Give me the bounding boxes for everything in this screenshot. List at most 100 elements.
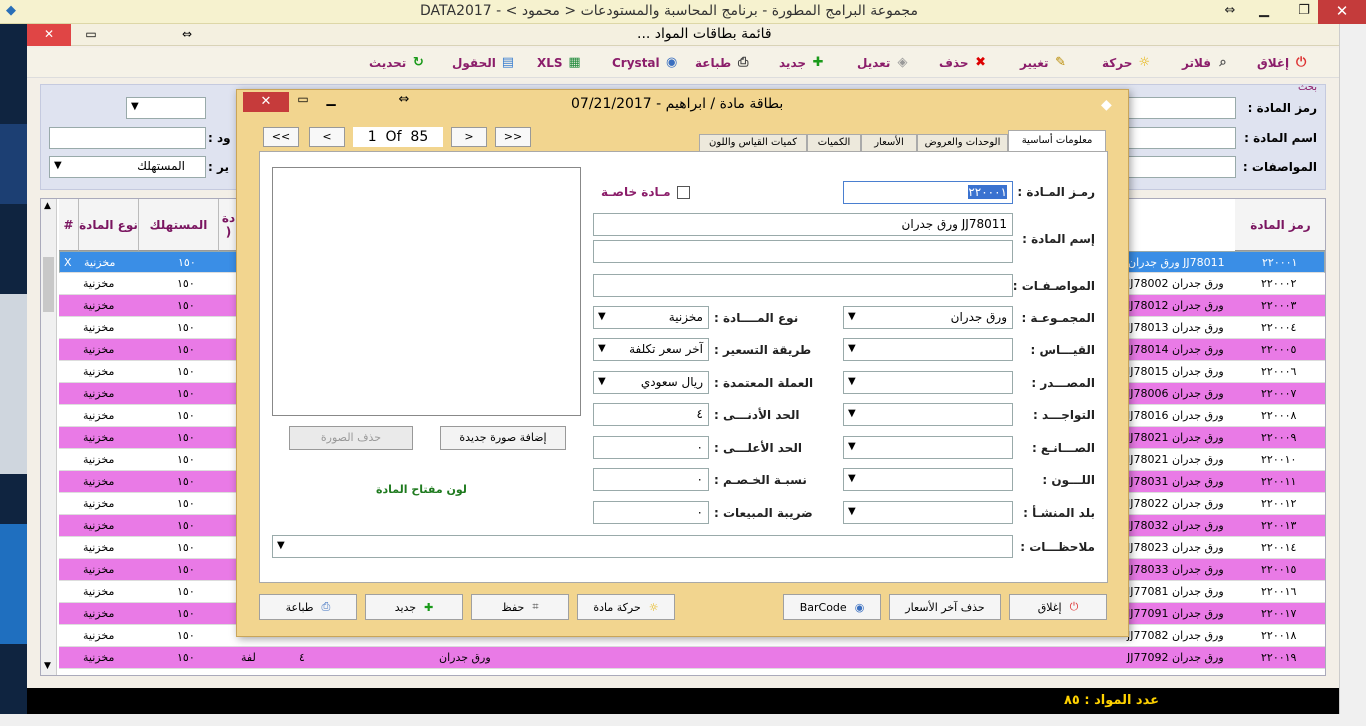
- new-button[interactable]: ✚ جديد: [365, 594, 463, 620]
- grid-cell-code: ٢٢٠٠١٧: [1261, 607, 1297, 620]
- close-button[interactable]: ✕: [1318, 0, 1366, 24]
- save-button[interactable]: ⌗ حفظ: [471, 594, 569, 620]
- header-code[interactable]: رمز المادة: [1235, 199, 1325, 251]
- toolbar-print-button[interactable]: ⎙ طباعة: [695, 52, 751, 74]
- agent-select[interactable]: ▼: [843, 403, 1013, 426]
- child-move-icon[interactable]: ⇔: [167, 24, 207, 46]
- toolbar-new-button[interactable]: ✚ جديد: [779, 52, 826, 74]
- origin-select[interactable]: ▼: [843, 501, 1013, 524]
- grid-cell-type: مخزنية: [83, 519, 115, 532]
- power-icon: ⏻: [1296, 55, 1307, 70]
- toolbar: ⏻ إغلاق ⌕ فلاتر ☼ حركة ✎ تغيير ✖ حذف ◈ تعديل ✚…: [27, 48, 1339, 78]
- child-minimize-button[interactable]: ▭: [71, 24, 111, 46]
- grid-cell-name: JJ78033 ورق جدران: [1127, 563, 1224, 576]
- discount-field[interactable]: ٠: [593, 468, 709, 491]
- code-field[interactable]: ٢٢٠٠٠١: [843, 181, 1013, 204]
- dialog-minimize-button[interactable]: ▁: [321, 92, 341, 106]
- header-consumer[interactable]: المستهلك: [139, 199, 219, 251]
- search-name-input[interactable]: [1126, 127, 1236, 149]
- grid-cell-mark: X: [64, 256, 72, 269]
- item-card-dialog: ✕ ▭ ▁ ⇔ بطاقة مادة / ابراهيم - 07/21/201…: [236, 89, 1129, 637]
- type-select[interactable]: ▼ مخزنية: [593, 306, 709, 329]
- search-select-1[interactable]: ▼: [126, 97, 206, 119]
- grid-cell-name: JJ77081 ورق جدران: [1127, 585, 1224, 598]
- max-field[interactable]: ٠: [593, 436, 709, 459]
- nav-next-button[interactable]: >: [451, 127, 487, 147]
- nav-prev-button[interactable]: <: [309, 127, 345, 147]
- nav-first-button[interactable]: <<: [263, 127, 299, 147]
- nav-position: 1 Of 85: [353, 127, 443, 147]
- window-titlebar: ◆ مجموعة البرامج المطورة - برنامج المحاس…: [0, 0, 1366, 24]
- notes-select[interactable]: ▼: [272, 535, 1013, 558]
- item-movement-button[interactable]: ☼ حركة مادة: [577, 594, 675, 620]
- search-specs-input[interactable]: [1126, 156, 1236, 178]
- tab-basic-info[interactable]: معلومات أساسية: [1008, 130, 1106, 152]
- header-hash[interactable]: #: [59, 199, 79, 251]
- measure-select[interactable]: ▼: [843, 338, 1013, 361]
- toolbar-filters-button[interactable]: ⌕ فلاتر: [1182, 52, 1231, 74]
- grid-cell-code: ٢٢٠٠١١: [1261, 475, 1297, 488]
- toolbar-change-button[interactable]: ✎ تغيير: [1020, 52, 1069, 74]
- nav-last-button[interactable]: >>: [495, 127, 531, 147]
- name-field-2[interactable]: [593, 240, 1013, 263]
- grid-cell-consumer: ١٥٠: [177, 519, 195, 532]
- item-image-box[interactable]: [272, 167, 581, 416]
- dialog-restore-button[interactable]: ▭: [293, 92, 313, 106]
- pencil-icon: ✎: [1055, 55, 1066, 70]
- grid-cell-code: ٢٢٠٠٠٢: [1261, 277, 1297, 290]
- barcode-button[interactable]: ◉ BarCode: [783, 594, 881, 620]
- color-select[interactable]: ▼: [843, 468, 1013, 491]
- dialog-move-icon[interactable]: ⇔: [393, 92, 415, 107]
- toolbar-refresh-button[interactable]: ↻ تحديث: [369, 52, 426, 74]
- save-icon: ⌗: [532, 600, 539, 613]
- grid-cell-name: JJ77091 ورق جدران: [1127, 607, 1224, 620]
- maker-select[interactable]: ▼: [843, 436, 1013, 459]
- currency-select[interactable]: ▼ ريال سعودي: [593, 371, 709, 394]
- add-image-button[interactable]: إضافة صورة جديدة: [440, 426, 566, 450]
- delete-last-prices-button[interactable]: حذف آخر الأسعار: [889, 594, 1001, 620]
- toolbar-close-button[interactable]: ⏻ إغلاق: [1257, 52, 1309, 74]
- grid-cell-type: مخزنية: [83, 607, 115, 620]
- tab-measure-color[interactable]: كميات القياس واللون: [699, 134, 807, 152]
- chevron-down-icon: ▼: [848, 506, 856, 517]
- vertical-scrollbar[interactable]: ▲ ▼: [41, 199, 57, 675]
- group-select[interactable]: ▼ ورق جدران: [843, 306, 1013, 329]
- toolbar-delete-button[interactable]: ✖ حذف: [939, 52, 989, 74]
- grid-cell-consumer: ١٥٠: [177, 365, 195, 378]
- grid-cell-consumer: ١٥٠: [177, 299, 195, 312]
- tab-prices[interactable]: الأسعار: [861, 134, 917, 152]
- special-item-checkbox[interactable]: [677, 186, 690, 199]
- table-row[interactable]: مخزنية ١٥٠ JJ77092 ورق جدران ٢٢٠٠١٩ ورق جدرا…: [59, 647, 1325, 669]
- name-field-label: إسم المادة :: [1022, 232, 1095, 246]
- tab-quantities[interactable]: الكميات: [807, 134, 861, 152]
- tax-field[interactable]: ٠: [593, 501, 709, 524]
- toolbar-crystal-button[interactable]: ◉ Crystal: [612, 52, 680, 74]
- minimize-button[interactable]: ▁: [1244, 0, 1284, 24]
- toolbar-xls-button[interactable]: ▦ XLS: [537, 52, 583, 74]
- search-input-2[interactable]: [49, 127, 206, 149]
- search-code-input[interactable]: [1126, 97, 1236, 119]
- grid-cell-type: مخزنية: [83, 563, 115, 576]
- source-select[interactable]: ▼: [843, 371, 1013, 394]
- delete-image-button[interactable]: حذف الصورة: [289, 426, 413, 450]
- grid-cell-type: مخزنية: [83, 409, 115, 422]
- min-label: الحد الأدنـــى :: [714, 408, 800, 422]
- child-close-button[interactable]: ✕: [27, 24, 71, 46]
- search-select-3[interactable]: ▼ المستهلك: [49, 156, 206, 178]
- toolbar-movement-button[interactable]: ☼ حركة: [1102, 52, 1152, 74]
- specs-field[interactable]: [593, 274, 1013, 297]
- chevron-down-icon: ▼: [848, 343, 856, 354]
- header-type[interactable]: نوع المادة: [79, 199, 139, 251]
- grid-cell-consumer: ١٥٠: [177, 585, 195, 598]
- toolbar-edit-button[interactable]: ◈ تعديل: [857, 52, 910, 74]
- pricing-select[interactable]: ▼ آخر سعر تكلفة: [593, 338, 709, 361]
- dialog-title: بطاقة مادة / ابراهيم - 07/21/2017: [571, 96, 784, 112]
- dialog-close-footer-button[interactable]: ⏻ إغلاق: [1009, 594, 1107, 620]
- min-field[interactable]: ٤: [593, 403, 709, 426]
- tab-units[interactable]: الوحدات والعروض: [917, 134, 1008, 152]
- dialog-close-button[interactable]: ✕: [243, 92, 289, 112]
- name-field[interactable]: JJ78011 ورق جدران: [593, 213, 1013, 236]
- print-button[interactable]: ⎙ طباعة: [259, 594, 357, 620]
- toolbar-fields-button[interactable]: ▤ الحقول: [452, 52, 516, 74]
- specs-field-label: المواصـفـات :: [1012, 279, 1095, 293]
